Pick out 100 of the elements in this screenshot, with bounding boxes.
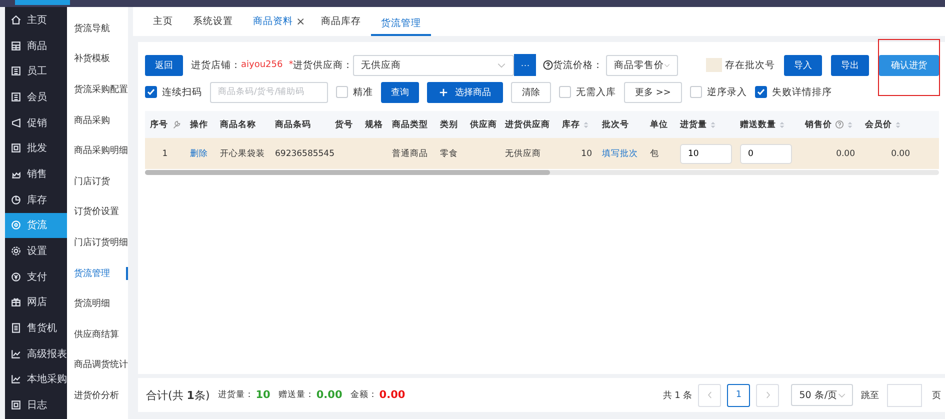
table-cell: 10: [581, 148, 592, 158]
price-select[interactable]: 商品零售价: [606, 54, 678, 76]
search-field[interactable]: 商品条码/货号/辅助码: [210, 82, 328, 102]
nav-item[interactable]: 员工: [5, 58, 67, 84]
nav-item[interactable]: 高级报表: [5, 340, 67, 367]
caret-icon: [838, 392, 846, 398]
checkbox-label: 逆序录入: [706, 86, 747, 98]
query-button[interactable]: 查询: [381, 82, 419, 102]
table-cell: 69236585545: [275, 148, 334, 158]
action-button[interactable]: 更多 >>: [624, 82, 682, 102]
submenu-item[interactable]: 进货价分析: [67, 380, 128, 411]
price-label: 货流价格：: [553, 58, 604, 72]
submenu-item[interactable]: 门店订货: [67, 166, 128, 197]
submenu-item[interactable]: 货流导航: [67, 13, 128, 44]
stat-label: 赠送量：: [278, 389, 314, 401]
nav-item[interactable]: 日志: [5, 392, 67, 418]
required-mark: *: [288, 60, 294, 70]
jump-label: 跳至: [861, 390, 880, 402]
horizontal-scrollbar[interactable]: [145, 170, 940, 175]
nav-item[interactable]: 售货机: [5, 315, 67, 341]
sort-icon: [895, 120, 901, 128]
nav-item[interactable]: 库存: [5, 186, 67, 212]
submenu-item[interactable]: 货流采购配置: [67, 74, 128, 105]
close-icon[interactable]: ×: [296, 15, 306, 28]
page-size-select[interactable]: 50 条/页: [791, 384, 854, 406]
supplier-select[interactable]: 无供应商: [353, 54, 514, 76]
nav-item[interactable]: 销售: [5, 161, 67, 187]
coin-icon: [10, 270, 22, 283]
wrench-icon[interactable]: [171, 119, 182, 130]
line-chart-icon: [10, 348, 22, 360]
legend-swatch: [706, 58, 722, 72]
submenu-item[interactable]: 商品采购明细: [67, 135, 128, 166]
prev-page-button[interactable]: [698, 384, 722, 406]
tab[interactable]: 系统设置: [183, 7, 243, 36]
submenu-item[interactable]: 货流管理: [67, 258, 128, 288]
column-header: 供应商: [470, 118, 497, 130]
submenu-item[interactable]: 补货模板: [67, 44, 128, 74]
column-header: 序号: [150, 118, 168, 130]
table-cell: 无供应商: [505, 148, 541, 160]
quantity-input[interactable]: 0: [740, 144, 792, 164]
table-link[interactable]: 删除: [190, 148, 208, 160]
nav-item[interactable]: 会员: [5, 84, 67, 110]
submenu-item[interactable]: 货流明细: [67, 288, 128, 319]
checkbox[interactable]: [145, 86, 157, 98]
megaphone-icon: [10, 116, 22, 129]
square-icon: [10, 142, 22, 154]
column-header: 单位: [650, 118, 668, 130]
sort-icon: [847, 120, 853, 128]
store-label: 进货店铺：: [191, 58, 241, 72]
checkbox-label: 无需入库: [576, 86, 616, 98]
table-cell: 开心果袋装: [220, 148, 265, 160]
quantity-input[interactable]: 10: [680, 144, 732, 164]
tab[interactable]: 商品资料: [243, 7, 296, 36]
submenu-item[interactable]: 商品调货统计: [67, 350, 128, 380]
page-input[interactable]: [887, 384, 922, 406]
more-button[interactable]: ···: [514, 54, 536, 76]
logo-block: [15, 0, 70, 5]
home-icon: [10, 14, 22, 26]
submenu-item[interactable]: 门店订货明细: [67, 227, 128, 258]
submenu-item[interactable]: 订货价设置: [67, 196, 128, 228]
next-page-button[interactable]: [756, 384, 780, 406]
table-cell: 普通商品: [392, 148, 428, 160]
plus-icon: [439, 88, 448, 96]
line-chart-icon: [10, 373, 22, 386]
card-icon: [10, 65, 22, 78]
stat-value: 10: [256, 389, 270, 401]
nav-item[interactable]: 网店: [5, 290, 67, 316]
table-link[interactable]: 填写批次: [602, 148, 638, 160]
action-button[interactable]: 导入: [784, 54, 822, 76]
stat-value: 0.00: [316, 389, 342, 401]
table-cell: 1: [162, 148, 168, 158]
checkbox-label: 连续扫码: [162, 86, 202, 98]
action-button[interactable]: 清除: [511, 82, 551, 102]
column-header: 库存: [562, 118, 580, 130]
column-header: 规格: [365, 118, 383, 130]
list-icon: [10, 322, 22, 334]
nav-item[interactable]: 支付: [5, 264, 67, 290]
select-goods-button[interactable]: 选择商品: [427, 82, 503, 102]
table-cell: 包: [650, 148, 659, 160]
submenu-item[interactable]: 商品采购: [67, 104, 128, 136]
nav-item[interactable]: 设置: [5, 238, 67, 264]
column-header: 赠送数量: [740, 118, 776, 130]
caret-icon: [497, 62, 506, 68]
nav-item[interactable]: 商品: [5, 32, 67, 58]
nav-item[interactable]: 促销: [5, 110, 67, 136]
submenu-item[interactable]: 供应商结算: [67, 318, 128, 350]
square-icon: [10, 399, 22, 412]
nav-item[interactable]: 主页: [5, 7, 67, 33]
action-button[interactable]: 导出: [831, 54, 870, 76]
checkbox[interactable]: [754, 86, 767, 98]
page-button[interactable]: 1: [727, 384, 750, 406]
help-icon[interactable]: [543, 60, 554, 70]
nav-item[interactable]: 批发: [5, 135, 67, 162]
stat-label: 进货量：: [218, 389, 254, 401]
tab[interactable]: 主页: [143, 7, 183, 36]
checkbox-label: 精准: [353, 86, 373, 98]
tab[interactable]: 商品库存: [311, 7, 372, 36]
tab[interactable]: 货流管理: [371, 10, 432, 36]
back-button[interactable]: 返回: [145, 54, 183, 76]
nav-item[interactable]: 本地采购: [5, 366, 67, 392]
